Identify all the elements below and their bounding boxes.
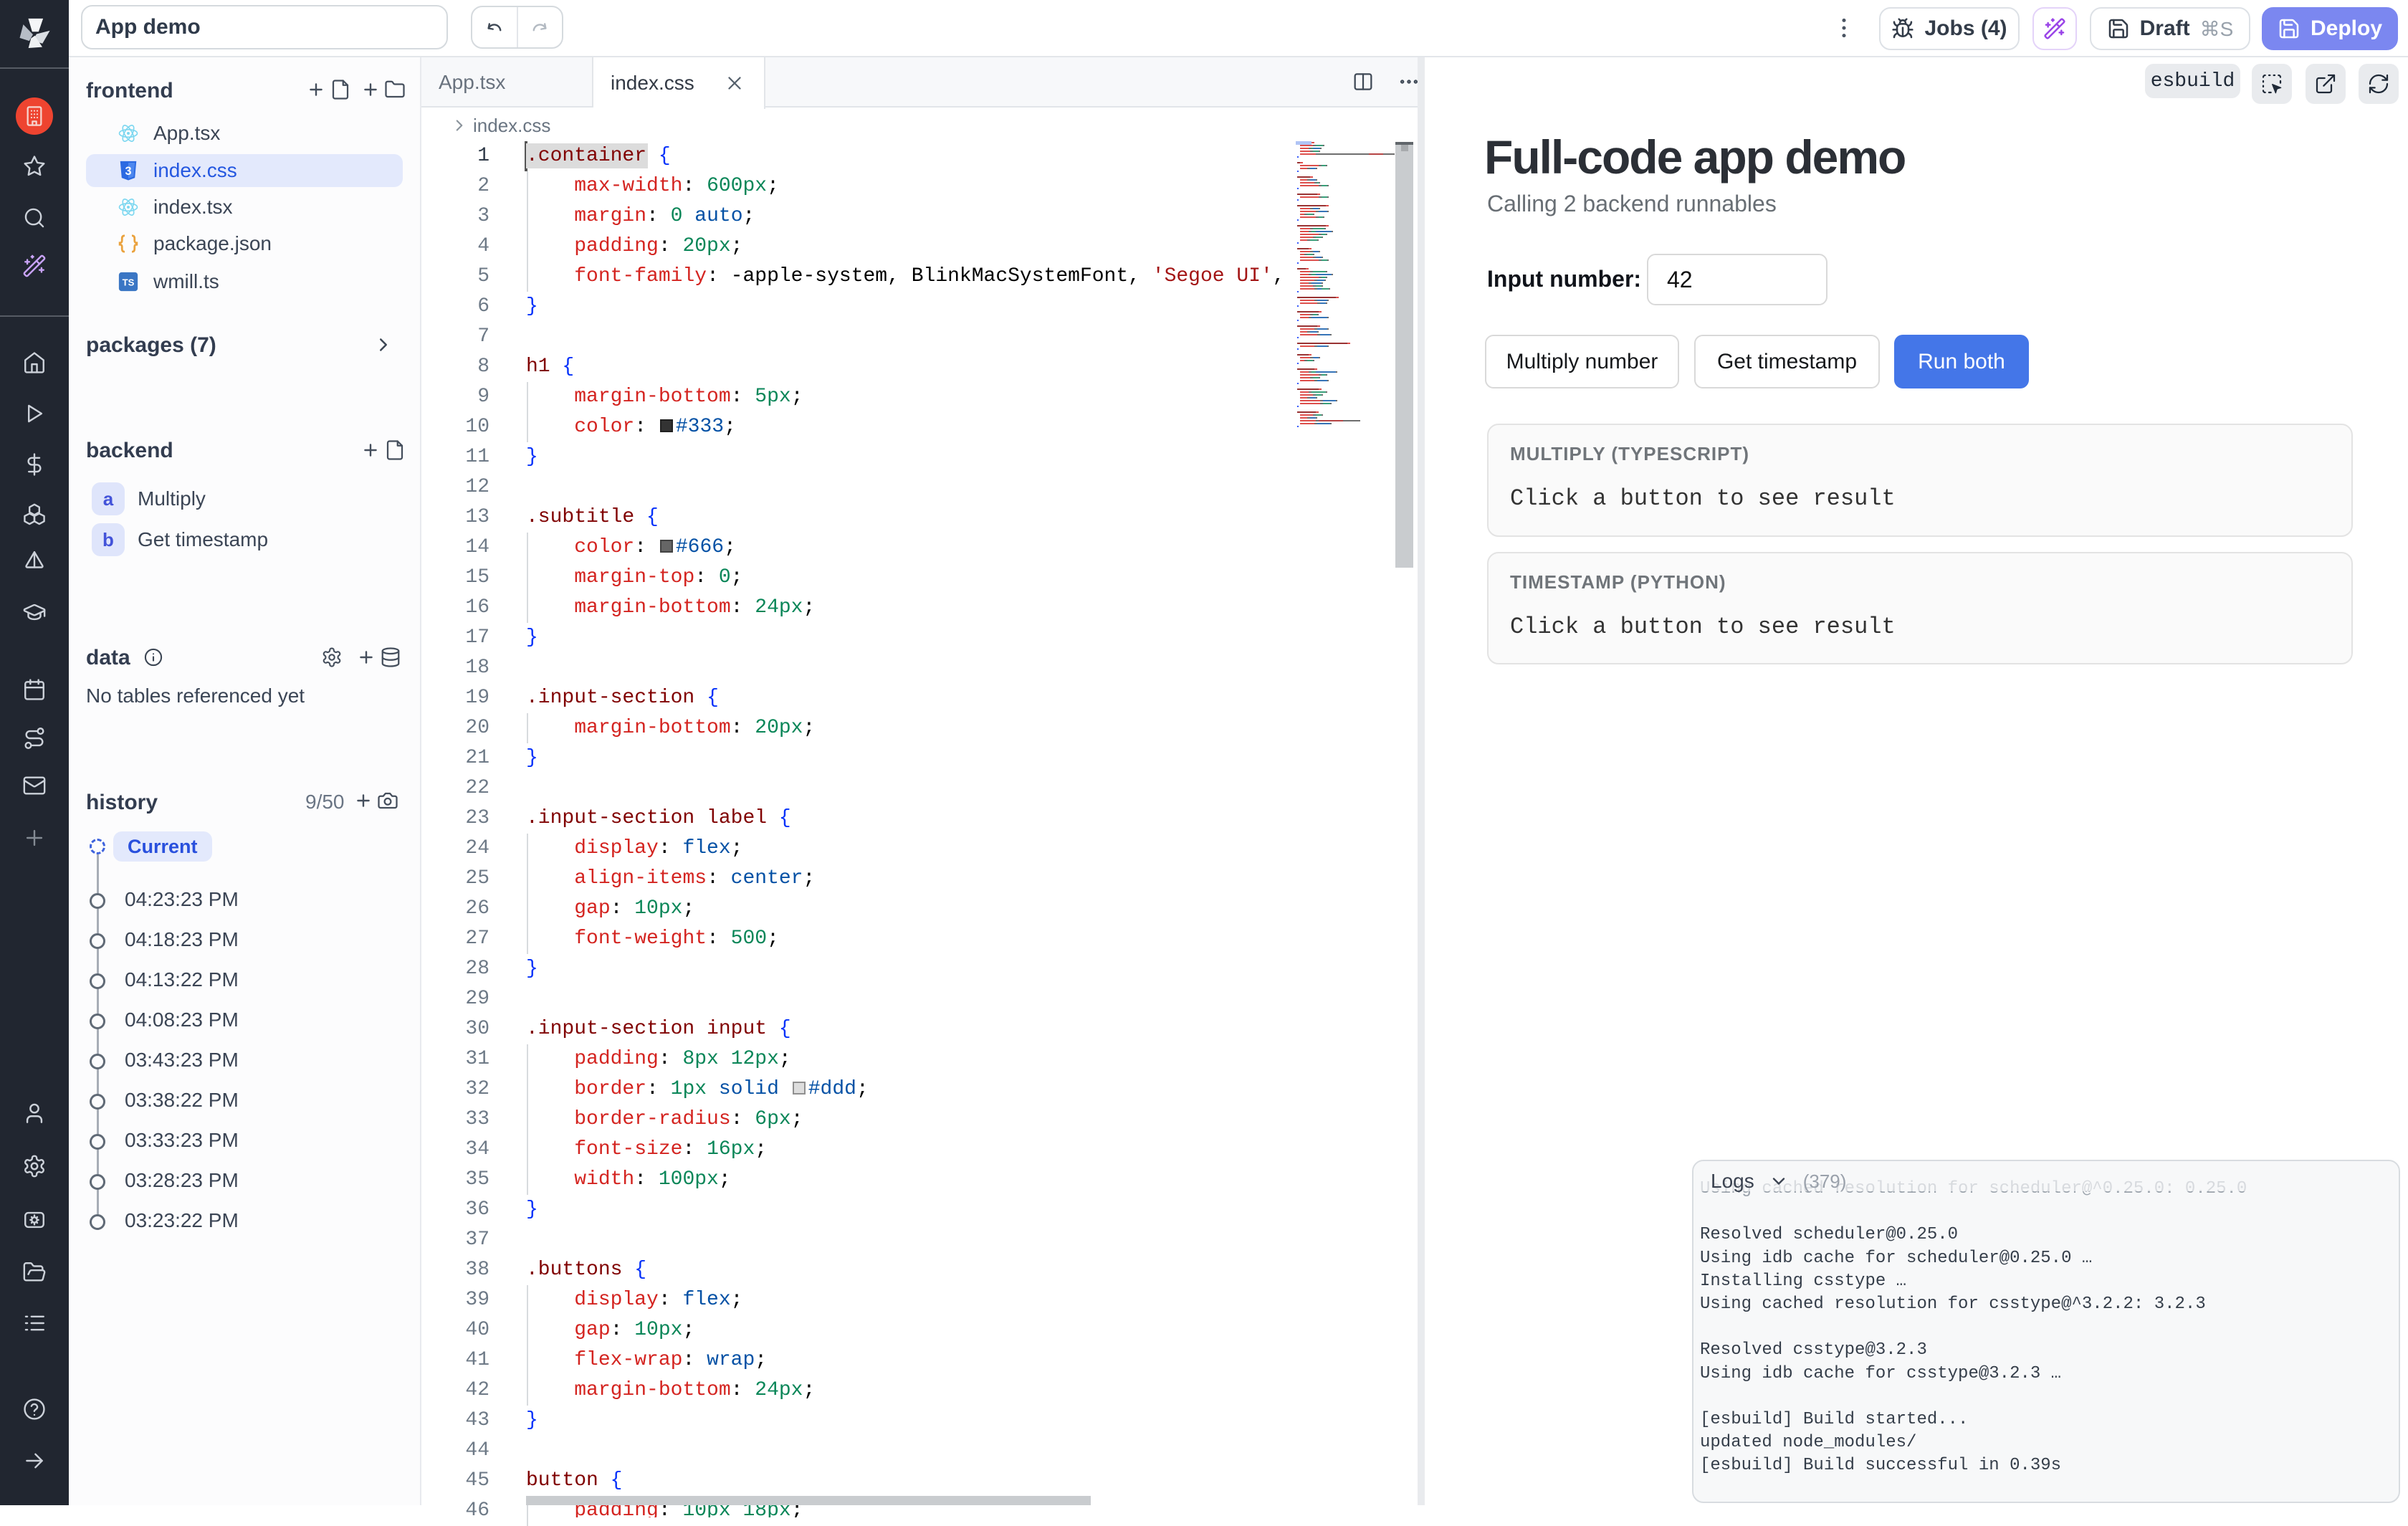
svg-text:TS: TS (123, 277, 135, 288)
svg-text:3: 3 (125, 165, 131, 178)
